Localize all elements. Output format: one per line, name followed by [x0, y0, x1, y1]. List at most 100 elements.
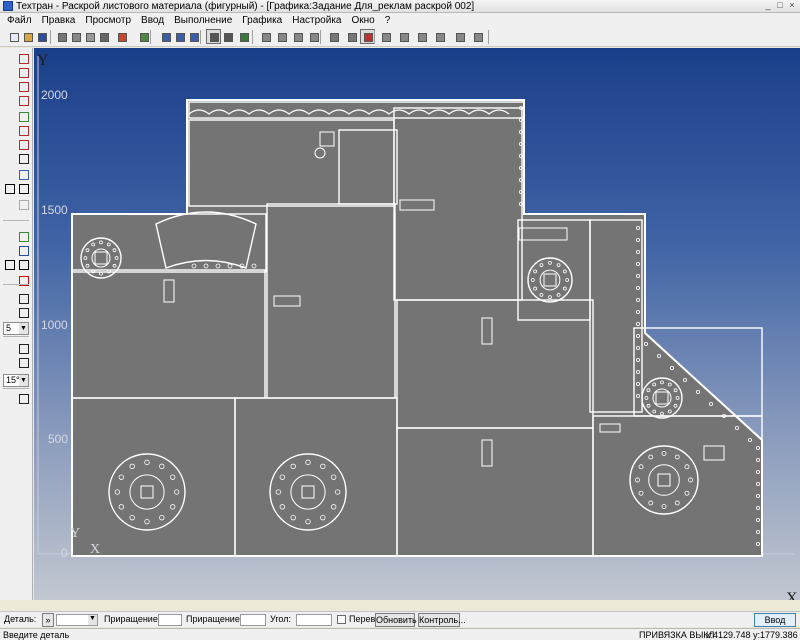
- refresh-button[interactable]: Обновить: [375, 613, 417, 627]
- shade-button[interactable]: [236, 29, 251, 44]
- menu-file[interactable]: Файл: [2, 15, 37, 26]
- hand-tool-button[interactable]: [3, 274, 17, 288]
- nesting-drawing[interactable]: [34, 48, 800, 600]
- increment-x-field[interactable]: [158, 614, 182, 626]
- light-2-button[interactable]: [344, 29, 359, 44]
- align-left-tool-button[interactable]: [3, 244, 17, 258]
- snap-toggle-button[interactable]: [360, 29, 375, 44]
- check-button[interactable]: [114, 29, 129, 44]
- save-file-button[interactable]: [34, 29, 49, 44]
- print-button[interactable]: [96, 29, 111, 44]
- zoom-fit-button[interactable]: [158, 29, 173, 44]
- increment-y-field[interactable]: [240, 614, 266, 626]
- #3a8a3a-icon: [19, 112, 29, 122]
- copy-icon: [72, 33, 81, 42]
- #222-button[interactable]: [17, 342, 31, 356]
- point-tool-button[interactable]: [3, 52, 17, 66]
- line-tool-1-button[interactable]: [258, 29, 273, 44]
- #2a4fa0-button[interactable]: [17, 152, 31, 166]
- menu-view[interactable]: Просмотр: [80, 15, 136, 26]
- table-tool-icon: [5, 126, 15, 136]
- line-tool-2-button[interactable]: [274, 29, 289, 44]
- angle-select[interactable]: 15° ▼: [3, 374, 29, 387]
- table-tool-button[interactable]: [3, 124, 17, 138]
- angle-field[interactable]: [296, 614, 332, 626]
- undo-tool-button[interactable]: [3, 198, 17, 212]
- sheet-3-button[interactable]: [414, 29, 429, 44]
- #2a6a2a-button[interactable]: [17, 230, 31, 244]
- properties-button[interactable]: [136, 29, 151, 44]
- sheet-2-button[interactable]: [396, 29, 411, 44]
- maximize-button[interactable]: □: [774, 0, 786, 12]
- #aaa-button[interactable]: [17, 198, 31, 212]
- sheet-4-icon: [436, 33, 445, 42]
- move-up-tool-button[interactable]: [3, 306, 17, 320]
- line-tool-3-button[interactable]: [290, 29, 305, 44]
- #222-button[interactable]: [17, 356, 31, 370]
- settings-tool-button[interactable]: [3, 230, 17, 244]
- light-1-button[interactable]: [326, 29, 341, 44]
- #b03030-button[interactable]: [17, 124, 31, 138]
- zoom-in-button[interactable]: [172, 29, 187, 44]
- copy-button[interactable]: [68, 29, 83, 44]
- rectangle-tool-button[interactable]: [3, 94, 17, 108]
- close-button[interactable]: ×: [786, 0, 798, 12]
- #222-button[interactable]: [17, 306, 31, 320]
- menu-help[interactable]: ?: [380, 15, 396, 26]
- arrow-left-tool-button[interactable]: [3, 342, 17, 356]
- #222-button[interactable]: [17, 292, 31, 306]
- zoom-out-button[interactable]: [186, 29, 201, 44]
- #222-icon: [19, 294, 29, 304]
- circle-tool-button[interactable]: [3, 80, 17, 94]
- menu-run[interactable]: Выполнение: [169, 15, 237, 26]
- flip-checkbox[interactable]: [337, 615, 346, 624]
- step-select[interactable]: 5 ▼: [3, 322, 29, 335]
- drawing-canvas[interactable]: Y X Y X 2000 1500 1000 500 0 0 500 1000 …: [34, 48, 800, 600]
- menu-graphics[interactable]: Графика: [237, 15, 287, 26]
- #444-button[interactable]: [17, 274, 31, 288]
- page-tool-button[interactable]: [3, 182, 17, 196]
- #3a5fa8-button[interactable]: [17, 168, 31, 182]
- menu-edit[interactable]: Правка: [37, 15, 81, 26]
- line-tool-button[interactable]: [3, 66, 17, 80]
- view-2d-button[interactable]: [206, 29, 221, 44]
- chain-tool-button[interactable]: [3, 138, 17, 152]
- #b03030-button[interactable]: [17, 94, 31, 108]
- minimize-button[interactable]: _: [762, 0, 774, 12]
- menu-input[interactable]: Ввод: [136, 15, 169, 26]
- detail-pick-button[interactable]: »: [42, 613, 54, 627]
- line-tool-4-button[interactable]: [306, 29, 321, 44]
- menu-window[interactable]: Окно: [346, 15, 379, 26]
- #3a8a3a-button[interactable]: [17, 110, 31, 124]
- #b03030-button[interactable]: [17, 138, 31, 152]
- #3a5fa8-button[interactable]: [17, 182, 31, 196]
- move-left-tool-button[interactable]: [3, 292, 17, 306]
- rotate-ccw-tool-button[interactable]: [3, 392, 17, 406]
- copy-part-tool-button[interactable]: [3, 110, 17, 124]
- view-3d-button[interactable]: [220, 29, 235, 44]
- arrow-up-tool-button[interactable]: [3, 356, 17, 370]
- control-button[interactable]: Контроль...: [418, 613, 466, 627]
- open-file-button[interactable]: [20, 29, 35, 44]
- sheet-5-button[interactable]: [452, 29, 467, 44]
- enter-button[interactable]: Ввод: [754, 613, 796, 627]
- menu-settings[interactable]: Настройка: [287, 15, 346, 26]
- #b03030-button[interactable]: [17, 52, 31, 66]
- sheet-6-button[interactable]: [470, 29, 485, 44]
- #b03030-button[interactable]: [17, 66, 31, 80]
- page-tool-icon: [5, 184, 15, 194]
- import-tool-button[interactable]: [3, 168, 17, 182]
- group-tool-button[interactable]: [3, 258, 17, 272]
- dimension-tool-button[interactable]: [3, 152, 17, 166]
- x-tick-label: 3000: [752, 599, 779, 600]
- #2a4fa0-button[interactable]: [17, 258, 31, 272]
- new-file-button[interactable]: [6, 29, 21, 44]
- #2a4fa0-button[interactable]: [17, 244, 31, 258]
- detail-field[interactable]: ▼: [56, 614, 98, 626]
- cut-button[interactable]: [54, 29, 69, 44]
- #b03030-button[interactable]: [17, 80, 31, 94]
- sheet-1-button[interactable]: [378, 29, 393, 44]
- sheet-4-button[interactable]: [432, 29, 447, 44]
- paste-button[interactable]: [82, 29, 97, 44]
- #222-button[interactable]: [17, 392, 31, 406]
